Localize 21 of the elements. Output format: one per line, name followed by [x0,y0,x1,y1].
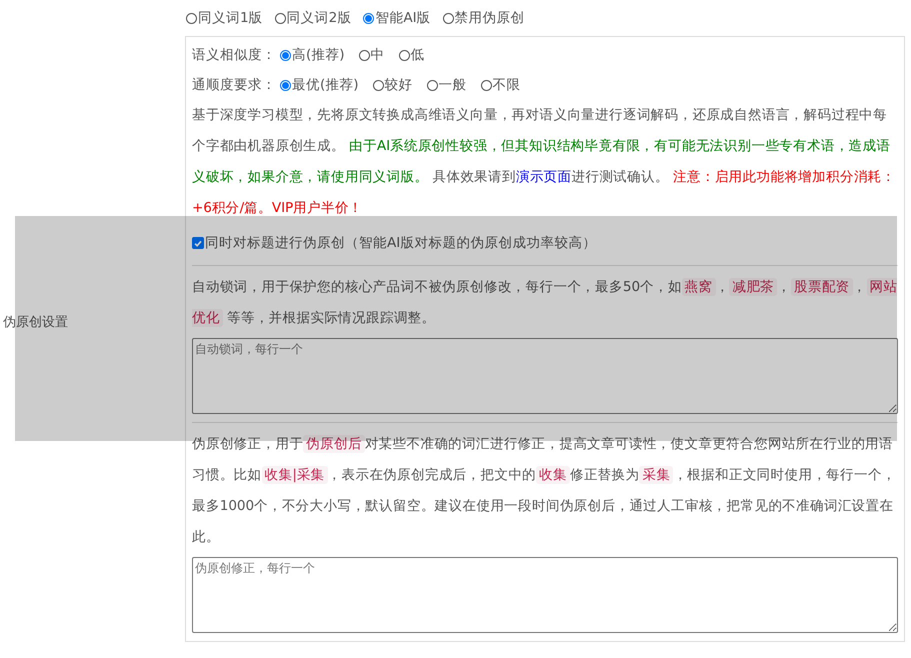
radio-option[interactable]: 中 [358,46,385,64]
radio-option[interactable]: 不限 [480,76,521,94]
corrections-text: 伪原创修正，用于 伪原创后 对某些不准确的词汇进行修正，提高文章可读性，使文章更符合您网站所在行业的用语习惯。比如 收集|采集 ，表示在伪原创完成后，把文中的 收集 修正替换为 采集 ，根据和正文同时使用，每行一个，最多1000个，不分大小写，默认留空。建议在使用一段时间伪原创后，通过人工审核，把常见的不准确词汇设置在此。 [192,434,897,547]
lock-words-field[interactable]: 自动锁词，每行一个 [192,338,898,414]
radio-option[interactable]: 最优(推荐) [280,76,359,94]
section-label: 伪原创设置 [3,314,68,331]
radio-option[interactable]: 低 [398,46,425,64]
radio-option[interactable]: 高(推荐) [280,46,345,64]
radio-option[interactable]: 同义词1版 [186,9,263,27]
setting-label: 通顺度要求： [192,76,276,94]
setting-label: 语义相似度： [192,46,276,64]
demo-link[interactable]: 演示页面 [516,169,572,185]
title-checkbox[interactable]: 同时对标题进行伪原创（智能AI版对标题的伪原创成功率较高） [192,234,898,252]
lock-words-text: 自动锁词，用于保护您的核心产品词不被伪原创修改，每行一个，最多50个，如 燕窝 ， 减肥茶 ， 股票配资 ， 网站优化 等等，并根据实际情况跟踪调整。 [192,277,898,329]
radio-option[interactable]: 禁用伪原创 [442,9,525,27]
description-text: 基于深度学习模型，先将原文转换成高维语义向量，再对语义向量进行逐词解码，还原成自然语言，解码过程中每个字都由机器原创生成。 由于AI系统原创性较强，但其知识结构毕竟有限，有可能无法识别一些专有术语，造成语义破坏，如果介意，请使用同义词版。 具体效果请到演示页面进行测试确认。 注意：启用此功能将增加积分消耗：+6积分/篇。VIP用户半价！ [192,106,896,218]
radio-option[interactable]: 同义词2版 [274,9,352,27]
radio-option[interactable]: 一般 [426,76,467,94]
radio-option[interactable]: 较好 [372,76,413,94]
radio-option[interactable]: 智能AI版 [363,9,431,27]
corrections-field[interactable]: 伪原创修正，每行一个 [192,557,898,633]
